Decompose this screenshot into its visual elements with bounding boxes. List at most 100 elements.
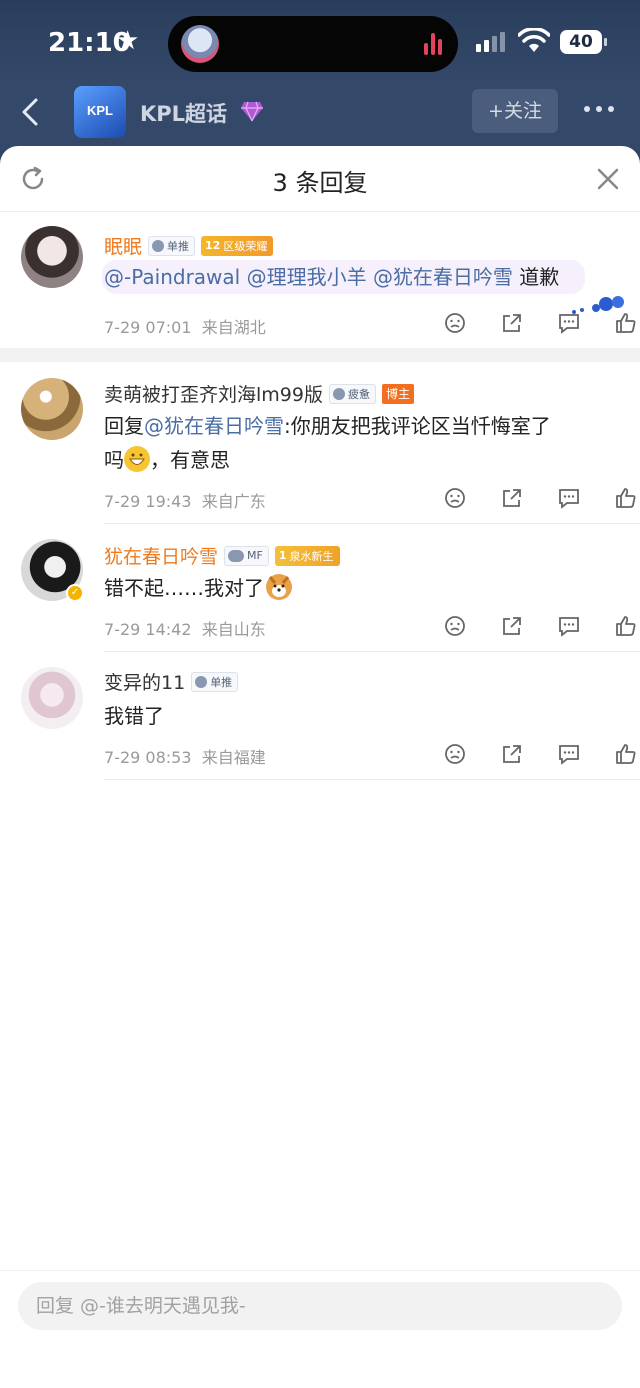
comment-actions: [426, 613, 640, 639]
fan-badge[interactable]: 疲惫: [328, 383, 376, 404]
comment-icon: [558, 617, 579, 637]
dynamic-island[interactable]: [168, 16, 458, 72]
thumbs-up-icon: [615, 488, 635, 508]
like-button[interactable]: [597, 485, 640, 511]
thumbs-up-icon: [615, 313, 635, 333]
close-icon[interactable]: [596, 167, 620, 191]
fan-badge[interactable]: 单推: [191, 671, 239, 692]
level-badge[interactable]: 1 泉水新生: [274, 545, 340, 566]
battery-icon: 40: [560, 30, 607, 54]
row-divider: [104, 523, 640, 524]
like-button[interactable]: [597, 613, 640, 639]
section-divider: [0, 348, 640, 362]
comment-time: 7-29 19:43 来自广东: [104, 492, 266, 511]
reply-button[interactable]: [540, 613, 597, 639]
sheet-title: 3 条回复: [272, 169, 368, 197]
share-icon: [502, 617, 521, 635]
reply-button[interactable]: [540, 310, 597, 336]
comment-header: 眠眠 单推 12 区级荣耀: [104, 232, 274, 259]
dislike-button[interactable]: [426, 741, 483, 767]
comment-text: 错不起……我对了: [104, 571, 292, 605]
comment-text: 我错了: [104, 699, 164, 733]
dislike-button[interactable]: [426, 613, 483, 639]
comment-location: 来自广东: [201, 492, 266, 511]
comment-body: 我错了: [104, 704, 164, 728]
replies-sheet: 3 条回复 眠眠 单推 12 区级荣耀 @-Paindrawal @理理我小羊 @…: [0, 146, 640, 1388]
username[interactable]: 变异的11: [104, 668, 185, 695]
share-button[interactable]: [483, 485, 540, 511]
thumbs-up-icon: [615, 744, 635, 764]
comment-text: 回复@犹在春日吟雪:你朋友把我评论区当忏悔室了: [104, 409, 551, 443]
island-avatar-icon: [181, 25, 219, 63]
comment-header: 卖萌被打歪齐刘海lm99版 疲惫 博主: [104, 380, 414, 407]
comment-time: 7-29 14:42 来自山东: [104, 620, 266, 639]
mention-link[interactable]: @理理我小羊: [247, 265, 367, 289]
level-label: 泉水新生: [289, 549, 334, 563]
status-bar: 21:10 ★ 40: [0, 0, 640, 86]
mention-link[interactable]: @犹在春日吟雪: [373, 265, 513, 289]
sad-face-icon: [444, 313, 465, 333]
comment-time: 7-29 08:53 来自福建: [104, 748, 266, 767]
more-options-icon[interactable]: [584, 106, 614, 112]
share-button[interactable]: [483, 613, 540, 639]
like-button[interactable]: [597, 741, 640, 767]
fan-badge[interactable]: MF: [224, 545, 269, 566]
fan-badge-label: 疲惫: [347, 387, 370, 401]
comment-body: 错不起……我对了: [104, 576, 264, 600]
input-divider: [0, 1270, 640, 1271]
kpl-logo[interactable]: KPL: [74, 86, 126, 138]
mention-link[interactable]: @犹在春日吟雪: [144, 414, 284, 438]
avatar[interactable]: [21, 226, 83, 288]
level-label: 区级荣耀: [223, 239, 268, 253]
share-icon: [502, 489, 521, 507]
dislike-button[interactable]: [426, 310, 483, 336]
avatar[interactable]: [21, 667, 83, 729]
comment-body: 吗: [104, 448, 124, 472]
top-nav-bar: KPL KPL超话 +关注: [0, 86, 640, 150]
fan-badge[interactable]: 单推: [148, 235, 196, 256]
comment-text: @-Paindrawal @理理我小羊 @犹在春日吟雪 道歉: [102, 260, 586, 294]
reply-button[interactable]: [540, 485, 597, 511]
follow-button[interactable]: +关注: [472, 89, 558, 133]
reply-input[interactable]: 回复 @-谁去明天遇见我-: [18, 1282, 622, 1330]
gem-icon: [241, 101, 263, 122]
grin-emoji-icon: [124, 446, 150, 472]
share-button[interactable]: [483, 741, 540, 767]
comment-actions: [426, 741, 640, 767]
page-title[interactable]: KPL超话: [140, 98, 227, 128]
share-icon: [502, 314, 521, 332]
row-divider: [104, 779, 640, 780]
share-icon: [502, 745, 521, 763]
host-badge: 博主: [381, 383, 414, 404]
sad-face-icon: [444, 616, 465, 636]
comment-actions: [426, 310, 640, 336]
share-button[interactable]: [483, 310, 540, 336]
person-icon: [195, 675, 208, 688]
back-arrow-icon[interactable]: [16, 96, 46, 128]
mention-link[interactable]: @-Paindrawal: [104, 265, 240, 289]
reply-button[interactable]: [540, 741, 597, 767]
comment-location: 来自湖北: [201, 318, 266, 337]
person-icon: [332, 387, 345, 400]
comment-body: ，有意思: [150, 448, 230, 472]
cloud-icon: [228, 549, 245, 562]
username[interactable]: 卖萌被打歪齐刘海lm99版: [104, 380, 323, 407]
avatar[interactable]: [21, 378, 83, 440]
cellular-signal-icon: [476, 32, 505, 52]
verified-badge-icon: ✓: [66, 584, 84, 602]
fan-badge-label: 单推: [167, 239, 190, 253]
person-icon: [152, 239, 165, 252]
comment-icon: [558, 314, 579, 334]
sad-face-icon: [444, 488, 465, 508]
like-button[interactable]: [597, 310, 640, 336]
username[interactable]: 眠眠: [104, 232, 142, 259]
dislike-button[interactable]: [426, 485, 483, 511]
level-badge[interactable]: 12 区级荣耀: [201, 235, 274, 256]
reply-prefix: 回复: [104, 414, 144, 438]
username[interactable]: 犹在春日吟雪: [104, 542, 218, 569]
comment-body: 道歉: [519, 265, 560, 289]
comment-body: :你朋友把我评论区当忏悔室了: [284, 414, 551, 438]
fan-badge-label: MF: [247, 549, 263, 562]
thumbs-up-icon: [615, 616, 635, 636]
wifi-icon: [518, 28, 550, 52]
